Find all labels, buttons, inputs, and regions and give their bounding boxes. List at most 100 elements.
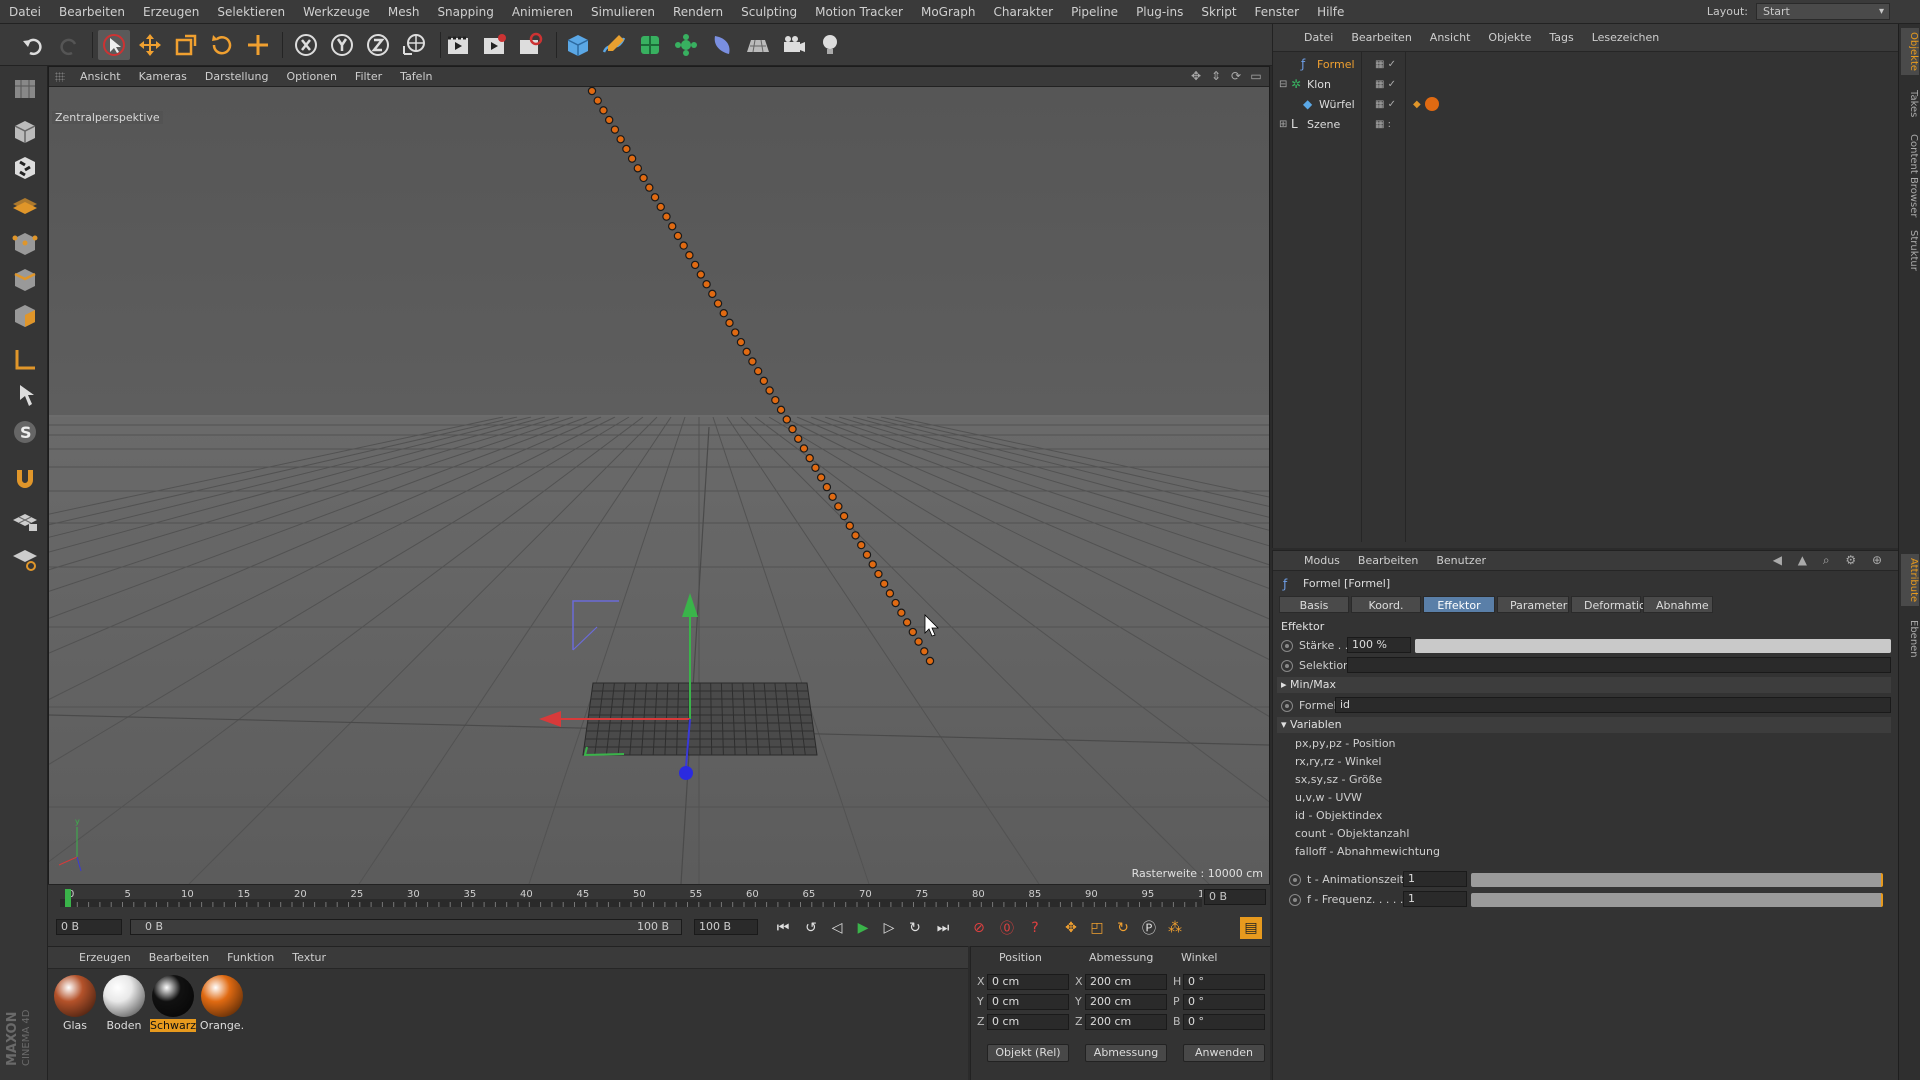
side-tab-takes[interactable]: Takes xyxy=(1901,86,1919,121)
visibility-toggle-icon[interactable]: ▦ ✓ xyxy=(1375,79,1396,90)
coordinate-mode-dropdown[interactable]: Objekt (Rel) xyxy=(987,1044,1069,1062)
object-row-formel[interactable]: ƒ Formel ▦ ✓ xyxy=(1279,54,1879,74)
pos-z-field[interactable]: 0 cm xyxy=(987,1014,1069,1030)
material-menu-bearbeiten[interactable]: Bearbeiten xyxy=(140,951,218,964)
layout-select[interactable]: Start xyxy=(1756,3,1890,20)
viewport-orbit-icon[interactable]: ⟳ xyxy=(1229,69,1243,83)
go-to-end-icon[interactable]: ⏭ xyxy=(932,917,954,939)
clone-sphere[interactable] xyxy=(713,299,723,308)
3d-viewport[interactable]: y Zentralperspektive Rasterweite : 10000… xyxy=(49,87,1269,884)
clone-sphere[interactable] xyxy=(925,656,935,666)
menu-pipeline[interactable]: Pipeline xyxy=(1062,0,1127,24)
pos-x-field[interactable]: 0 cm xyxy=(987,974,1069,990)
viewport-menu-ansicht[interactable]: Ansicht xyxy=(71,70,130,83)
clone-sphere[interactable] xyxy=(920,647,929,656)
menu-erzeugen[interactable]: Erzeugen xyxy=(134,0,208,24)
menu-sculpting[interactable]: Sculpting xyxy=(732,0,806,24)
key-rotation-icon[interactable]: ↻ xyxy=(1112,917,1134,939)
side-tab-objekte[interactable]: Objekte xyxy=(1901,28,1919,76)
menu-skript[interactable]: Skript xyxy=(1192,0,1245,24)
menu-simulieren[interactable]: Simulieren xyxy=(582,0,664,24)
animate-radio-icon[interactable] xyxy=(1281,640,1293,652)
points-mode-icon[interactable] xyxy=(8,228,42,260)
clone-sphere[interactable] xyxy=(639,173,648,183)
menu-mograph[interactable]: MoGraph xyxy=(912,0,985,24)
key-pla-icon[interactable]: ⁂ xyxy=(1164,917,1186,939)
render-view-icon[interactable] xyxy=(442,30,474,60)
t-field[interactable]: 1 xyxy=(1403,871,1467,887)
clone-sphere[interactable] xyxy=(616,135,625,144)
clone-sphere[interactable] xyxy=(845,521,854,530)
menu-snapping[interactable]: Snapping xyxy=(428,0,502,24)
animate-radio-icon[interactable] xyxy=(1289,894,1301,906)
polygons-mode-icon[interactable] xyxy=(8,300,42,332)
f-slider[interactable] xyxy=(1471,893,1883,907)
phong-tag-icon[interactable]: ◆ xyxy=(1413,99,1421,110)
attribute-menu-bearbeiten[interactable]: Bearbeiten xyxy=(1349,554,1427,567)
clone-sphere[interactable] xyxy=(885,589,895,598)
clone-sphere[interactable] xyxy=(662,212,671,221)
visibility-toggle-icon[interactable]: ▦ ✓ xyxy=(1375,99,1396,110)
menu-bearbeiten[interactable]: Bearbeiten xyxy=(50,0,134,24)
clone-sphere[interactable] xyxy=(902,618,912,627)
clone-sphere[interactable] xyxy=(690,260,700,270)
viewport-menu-kameras[interactable]: Kameras xyxy=(130,70,196,83)
clone-sphere[interactable] xyxy=(668,222,677,231)
menu-charakter[interactable]: Charakter xyxy=(984,0,1062,24)
playhead[interactable] xyxy=(65,889,71,907)
section-variables[interactable]: ▾ Variablen xyxy=(1277,717,1891,733)
clone-sphere[interactable] xyxy=(696,270,706,279)
viewport-dolly-icon[interactable]: ⇕ xyxy=(1209,69,1223,83)
menu-werkzeuge[interactable]: Werkzeuge xyxy=(294,0,379,24)
key-parameter-icon[interactable]: Ⓟ xyxy=(1138,917,1160,939)
keyframe-selection-icon[interactable]: ? xyxy=(1024,917,1046,939)
object-menu-bearbeiten[interactable]: Bearbeiten xyxy=(1342,31,1420,44)
clone-sphere[interactable] xyxy=(748,357,757,366)
clone-sphere[interactable] xyxy=(914,637,923,646)
expand-icon[interactable]: ⊟ xyxy=(1279,79,1291,90)
clone-sphere[interactable] xyxy=(742,347,751,357)
magnet-icon[interactable] xyxy=(8,462,42,494)
clone-sphere[interactable] xyxy=(587,87,597,96)
rotate-icon[interactable] xyxy=(206,30,238,60)
undo-icon[interactable] xyxy=(18,30,50,60)
strength-field[interactable]: 100 % xyxy=(1347,637,1411,653)
clone-sphere[interactable] xyxy=(622,144,631,154)
viewport-toggle-layout-icon[interactable]: ▭ xyxy=(1249,69,1263,83)
clone-sphere[interactable] xyxy=(593,96,602,105)
material-item[interactable]: Glas xyxy=(52,975,98,1032)
t-slider[interactable] xyxy=(1471,873,1883,887)
clone-sphere[interactable] xyxy=(599,106,608,115)
menu-plugins[interactable]: Plug-ins xyxy=(1127,0,1192,24)
material-item[interactable]: Schwarz xyxy=(150,975,196,1032)
size-z-field[interactable]: 200 cm xyxy=(1085,1014,1167,1030)
size-x-field[interactable]: 200 cm xyxy=(1085,974,1167,990)
preview-range-slider[interactable]: 0 B 100 B xyxy=(130,919,682,935)
viewport-menu-darstellung[interactable]: Darstellung xyxy=(196,70,278,83)
selection-field[interactable] xyxy=(1347,657,1891,673)
formula-field[interactable]: id xyxy=(1335,697,1891,713)
clone-sphere[interactable] xyxy=(645,183,654,192)
side-tab-attribute[interactable]: Attribute xyxy=(1901,554,1919,607)
rot-p-field[interactable]: 0 ° xyxy=(1183,994,1265,1010)
visibility-toggle-icon[interactable]: ▦ ✓ xyxy=(1375,59,1396,70)
symmetry-icon[interactable] xyxy=(8,542,42,574)
camera-icon[interactable] xyxy=(778,30,810,60)
timeline-scheme-icon[interactable]: ▤ xyxy=(1240,917,1262,939)
texture-mode-icon[interactable] xyxy=(8,152,42,184)
side-tab-struktur[interactable]: Struktur xyxy=(1901,226,1919,275)
snap-icon[interactable]: S xyxy=(8,416,42,448)
object-menu-ansicht[interactable]: Ansicht xyxy=(1421,31,1480,44)
rot-h-field[interactable]: 0 ° xyxy=(1183,974,1265,990)
rot-b-field[interactable]: 0 ° xyxy=(1183,1014,1265,1030)
clone-sphere[interactable] xyxy=(673,231,683,241)
material-item[interactable]: Boden xyxy=(101,975,147,1032)
model-mode-icon[interactable] xyxy=(8,116,42,148)
axis-mode-icon[interactable] xyxy=(8,344,42,376)
menu-rendern[interactable]: Rendern xyxy=(664,0,732,24)
tab-koord[interactable]: Koord. xyxy=(1351,596,1421,613)
workplane-icon[interactable] xyxy=(8,188,42,220)
clone-sphere[interactable] xyxy=(719,309,728,318)
menu-motion-tracker[interactable]: Motion Tracker xyxy=(806,0,912,24)
viewport-menu-tafeln[interactable]: Tafeln xyxy=(391,70,441,83)
